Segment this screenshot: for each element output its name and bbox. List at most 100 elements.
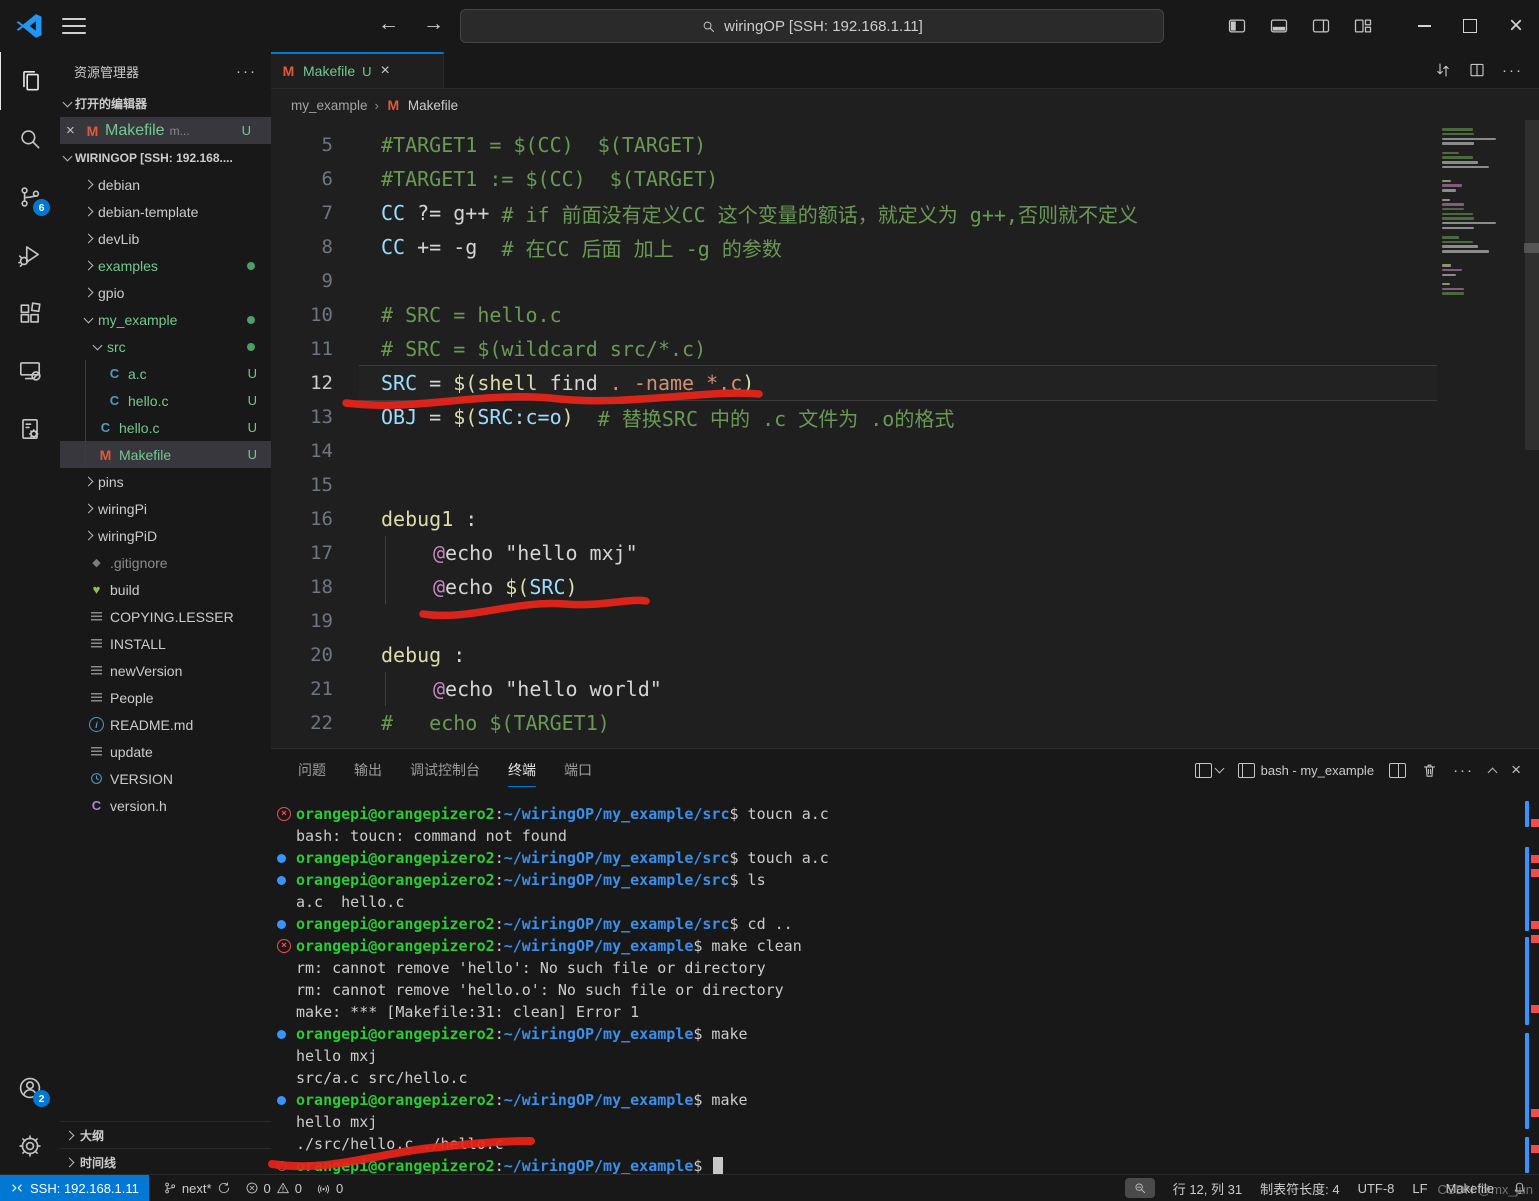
- command-center-search[interactable]: wiringOP [SSH: 192.168.1.11]: [460, 9, 1164, 43]
- run-debug-icon[interactable]: [0, 226, 60, 284]
- modified-dot-badge: [247, 316, 255, 324]
- toggle-panel-icon[interactable]: [1269, 16, 1289, 36]
- tree-item-README.md[interactable]: iREADME.md: [60, 711, 271, 738]
- zoom-indicator[interactable]: [1125, 1178, 1155, 1198]
- remote-indicator[interactable]: SSH: 192.168.1.11: [0, 1175, 149, 1201]
- breadcrumb-folder[interactable]: my_example: [291, 98, 368, 113]
- problems-indicator[interactable]: 0 0: [245, 1181, 302, 1196]
- maximize-panel-icon[interactable]: [1488, 767, 1498, 777]
- panel-more-actions-icon[interactable]: ···: [1453, 762, 1474, 779]
- tree-item-VERSION[interactable]: VERSION: [60, 765, 271, 792]
- git-status-badge: U: [248, 366, 257, 381]
- git-branch-indicator[interactable]: next*: [163, 1181, 231, 1196]
- timeline-section[interactable]: 时间线: [60, 1148, 271, 1175]
- code-editor[interactable]: 5#TARGET1 = $(CC) $(TARGET)6#TARGET1 := …: [271, 120, 1437, 748]
- tree-item-wiringPi[interactable]: wiringPi: [60, 495, 271, 522]
- toggle-sidebar-icon[interactable]: [1227, 16, 1247, 36]
- ports-indicator[interactable]: 0: [316, 1181, 343, 1196]
- outline-section[interactable]: 大纲: [60, 1121, 271, 1148]
- terminal-output[interactable]: orangepi@orangepizero2:~/wiringOP/my_exa…: [275, 803, 1509, 1175]
- terminal-session-tab[interactable]: bash - my_example: [1238, 763, 1374, 778]
- breadcrumb-file[interactable]: Makefile: [408, 98, 458, 113]
- forward-button[interactable]: →: [423, 12, 444, 36]
- tree-item-People[interactable]: People: [60, 684, 271, 711]
- open-editor-item-makefile[interactable]: × M Makefile m... U: [60, 117, 271, 144]
- tree-item-Makefile[interactable]: MMakefileU: [60, 441, 271, 468]
- explorer-icon[interactable]: [0, 52, 61, 110]
- tree-item-debian-template[interactable]: debian-template: [60, 198, 271, 225]
- kill-terminal-icon[interactable]: [1421, 762, 1438, 779]
- terminal-line: orangepi@orangepizero2:~/wiringOP/my_exa…: [275, 1089, 1509, 1111]
- maximize-button[interactable]: [1447, 0, 1493, 52]
- tree-item-version.h[interactable]: Cversion.h: [60, 792, 271, 819]
- settings-gear-icon[interactable]: [0, 1117, 60, 1175]
- customize-layout-icon[interactable]: [1353, 16, 1373, 36]
- panel-tab-终端[interactable]: 终端: [508, 754, 536, 787]
- minimap[interactable]: [1437, 120, 1525, 748]
- workspace-root-header[interactable]: WIRINGOP [SSH: 192.168....: [60, 144, 271, 171]
- terminal-line: hello mxj: [275, 1111, 1509, 1133]
- eol-setting[interactable]: LF: [1412, 1181, 1427, 1196]
- tree-item-INSTALL[interactable]: INSTALL: [60, 630, 271, 657]
- tree-item-update[interactable]: update: [60, 738, 271, 765]
- remote-explorer-icon[interactable]: [0, 342, 60, 400]
- text-file-icon: [89, 747, 104, 756]
- tree-item-COPYING.LESSER[interactable]: COPYING.LESSER: [60, 603, 271, 630]
- close-window-button[interactable]: ×: [1493, 0, 1539, 52]
- panel-tab-调试控制台[interactable]: 调试控制台: [410, 754, 480, 786]
- tree-item-.gitignore[interactable]: ◆.gitignore: [60, 549, 271, 576]
- panel-tab-问题[interactable]: 问题: [298, 754, 326, 786]
- readme-info-icon: i: [89, 717, 104, 732]
- new-terminal-button[interactable]: [1195, 763, 1223, 778]
- modified-dot-badge: [247, 343, 255, 351]
- makefile-tools-icon[interactable]: [0, 400, 60, 458]
- toggle-secondary-sidebar-icon[interactable]: [1311, 16, 1331, 36]
- accounts-icon[interactable]: 2: [0, 1059, 60, 1117]
- panel-tab-输出[interactable]: 输出: [354, 754, 382, 786]
- command-running-icon: [275, 1161, 296, 1171]
- open-changes-icon[interactable]: [1434, 61, 1452, 79]
- command-success-icon: [275, 1096, 296, 1105]
- minimize-button[interactable]: [1401, 0, 1447, 52]
- encoding-setting[interactable]: UTF-8: [1358, 1181, 1395, 1196]
- source-control-icon[interactable]: 6: [0, 168, 60, 226]
- code-line-21: 21@echo "hello world": [271, 672, 1437, 706]
- tree-item-gpio[interactable]: gpio: [60, 279, 271, 306]
- menu-icon[interactable]: [62, 18, 86, 34]
- search-sidebar-icon[interactable]: [0, 110, 60, 168]
- tree-item-my_example[interactable]: my_example: [60, 306, 271, 333]
- tree-item-devLib[interactable]: devLib: [60, 225, 271, 252]
- close-icon[interactable]: ×: [66, 122, 80, 139]
- indentation-setting[interactable]: 制表符长度: 4: [1260, 1179, 1339, 1198]
- editor-more-actions-icon[interactable]: ···: [1502, 62, 1523, 79]
- tree-item-hello.c[interactable]: Chello.cU: [60, 414, 271, 441]
- close-panel-icon[interactable]: ×: [1511, 760, 1521, 780]
- tree-item-debian[interactable]: debian: [60, 171, 271, 198]
- panel-tab-端口[interactable]: 端口: [564, 754, 592, 786]
- breadcrumb[interactable]: my_example › M Makefile: [271, 89, 1539, 121]
- code-line-5: 5#TARGET1 = $(CC) $(TARGET): [271, 128, 1437, 162]
- tree-item-a.c[interactable]: Ca.cU: [60, 360, 271, 387]
- tab-makefile[interactable]: M Makefile U ×: [271, 52, 444, 88]
- tree-item-src[interactable]: src: [60, 333, 271, 360]
- editor-scrollbar[interactable]: [1525, 120, 1539, 450]
- split-editor-icon[interactable]: [1468, 61, 1486, 79]
- minimap-slider[interactable]: [1524, 243, 1539, 253]
- tab-bar: M Makefile U × ···: [271, 52, 1539, 89]
- open-editors-header[interactable]: 打开的编辑器: [60, 90, 271, 117]
- close-tab-icon[interactable]: ×: [381, 62, 390, 80]
- tree-item-pins[interactable]: pins: [60, 468, 271, 495]
- language-mode[interactable]: Makefile: [1446, 1181, 1494, 1196]
- bell-icon[interactable]: [1512, 1181, 1527, 1196]
- extensions-icon[interactable]: [0, 284, 60, 342]
- sidebar-more-icon[interactable]: ···: [236, 63, 257, 80]
- cursor-position[interactable]: 行 12, 列 31: [1173, 1179, 1242, 1198]
- back-button[interactable]: ←: [378, 12, 399, 36]
- tree-item-hello.c[interactable]: Chello.cU: [60, 387, 271, 414]
- code-line-19: 19: [271, 604, 1437, 638]
- tree-item-wiringPiD[interactable]: wiringPiD: [60, 522, 271, 549]
- tree-item-examples[interactable]: examples: [60, 252, 271, 279]
- tree-item-newVersion[interactable]: newVersion: [60, 657, 271, 684]
- tree-item-build[interactable]: ♥build: [60, 576, 271, 603]
- split-terminal-icon[interactable]: [1389, 763, 1406, 778]
